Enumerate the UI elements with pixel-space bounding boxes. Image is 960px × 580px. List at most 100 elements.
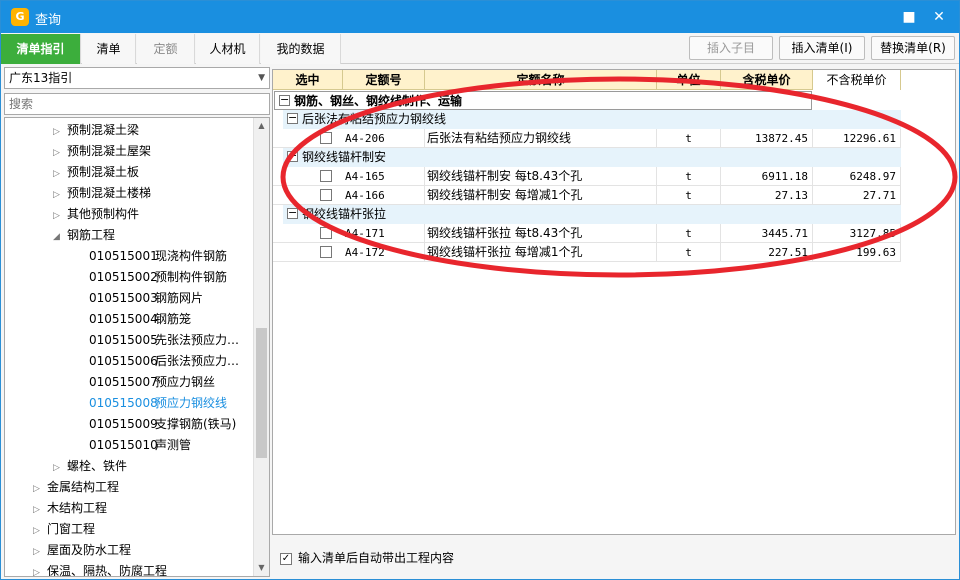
minimize-icon[interactable]: ■ [899, 7, 919, 27]
close-icon[interactable]: ✕ [929, 7, 949, 27]
table-row[interactable]: A4-172 钢绞线锚杆张拉 每增减1个孔 t 227.51 199.63 [273, 243, 901, 262]
tree-item[interactable]: 010515003钢筋网片 [89, 288, 203, 309]
table-row[interactable]: A4-166 钢绞线锚杆制安 每增减1个孔 t 27.13 27.71 [273, 186, 901, 205]
row-checkbox[interactable] [320, 170, 332, 182]
table-row[interactable]: A4-206 后张法有粘结预应力钢绞线 t 13872.45 12296.61 [273, 129, 901, 148]
quota-code: A4-171 [343, 224, 425, 243]
group-row-level1[interactable]: − 钢筋、钢丝、钢绞线制作、运输 [274, 91, 812, 110]
replace-list-button[interactable]: 替换清单(R) [871, 36, 955, 60]
quota-unit: t [657, 129, 721, 148]
tree-scrollbar[interactable]: ▲ ▼ [253, 118, 269, 576]
price-notax: 27.71 [813, 186, 901, 205]
window-title: 查询 [35, 13, 62, 28]
table-row[interactable]: A4-165 钢绞线锚杆制安 每t8.43个孔 t 6911.18 6248.9… [273, 167, 901, 186]
table-row[interactable]: A4-171 钢绞线锚杆张拉 每t8.43个孔 t 3445.71 3127.8… [273, 224, 901, 243]
quota-code: A4-206 [343, 129, 425, 148]
col-header-select[interactable]: 选中 [273, 70, 343, 90]
collapse-icon[interactable]: − [287, 112, 298, 124]
checkbox-checked-icon[interactable]: ✓ [280, 552, 292, 565]
col-header-price-notax[interactable]: 不含税单价 [813, 70, 901, 90]
tree-item[interactable]: ▷ 木结构工程 [33, 498, 107, 519]
col-header-code[interactable]: 定额号 [343, 70, 425, 90]
tree-item[interactable]: ▷ 预制混凝土楼梯 [53, 183, 151, 204]
expand-arrow-icon[interactable]: ▷ [53, 143, 67, 164]
collapse-icon[interactable]: − [279, 94, 290, 106]
tree-item[interactable]: ▷ 预制混凝土屋架 [53, 141, 151, 162]
col-header-unit[interactable]: 单位 [657, 70, 721, 90]
price-tax: 13872.45 [721, 129, 813, 148]
group-row[interactable]: − 钢绞线锚杆张拉 [283, 205, 901, 224]
row-checkbox[interactable] [320, 132, 332, 144]
guide-selector[interactable]: 广东13指引 ▼ [4, 67, 270, 89]
tree-item[interactable]: ▷ 预制混凝土梁 [53, 120, 139, 141]
expand-arrow-icon[interactable]: ▷ [53, 164, 67, 185]
tree-item[interactable]: 010515006后张法预应力… [89, 351, 239, 372]
collapse-icon[interactable]: − [287, 150, 298, 162]
tree-item[interactable]: ▷ 屋面及防水工程 [33, 540, 131, 561]
price-tax: 6911.18 [721, 167, 813, 186]
collapse-icon[interactable]: − [287, 207, 298, 219]
tree-item[interactable]: 010515001现浇构件钢筋 [89, 246, 227, 267]
price-tax: 3445.71 [721, 224, 813, 243]
group-row[interactable]: − 后张法有粘结预应力钢绞线 [283, 110, 901, 129]
tab-my-data[interactable]: 我的数据 [261, 34, 341, 64]
quota-name: 后张法有粘结预应力钢绞线 [425, 129, 657, 148]
collapse-arrow-icon[interactable]: ◢ [53, 227, 67, 248]
row-checkbox[interactable] [320, 246, 332, 258]
quota-code: A4-165 [343, 167, 425, 186]
tree-item[interactable]: 010515010声测管 [89, 435, 191, 456]
expand-arrow-icon[interactable]: ▷ [33, 500, 47, 521]
quota-grid: 选中 定额号 定额名称 单位 含税单价 不含税单价 − 钢筋、钢丝、钢绞线制作、运… [272, 69, 956, 535]
tab-labor-material-machine[interactable]: 人材机 [196, 34, 260, 64]
search-input[interactable] [4, 93, 270, 115]
row-checkbox[interactable] [320, 227, 332, 239]
tree-item[interactable]: 010515004钢筋笼 [89, 309, 191, 330]
auto-content-option[interactable]: ✓ 输入清单后自动带出工程内容 [280, 548, 454, 568]
price-notax: 6248.97 [813, 167, 901, 186]
tree-item[interactable]: 010515005先张法预应力… [89, 330, 239, 351]
tree-item[interactable]: ▷ 其他预制构件 [53, 204, 139, 225]
tree-item[interactable]: 010515009支撑钢筋(铁马) [89, 414, 236, 435]
tree-item[interactable]: ▷ 预制混凝土板 [53, 162, 139, 183]
app-logo-icon: G [11, 8, 29, 26]
quota-name: 钢绞线锚杆制安 每t8.43个孔 [425, 167, 657, 186]
expand-arrow-icon[interactable]: ▷ [33, 563, 47, 576]
tree-item[interactable]: ◢ 钢筋工程 [53, 225, 115, 246]
tab-quota[interactable]: 定额 [137, 34, 195, 64]
guide-selector-value: 广东13指引 [9, 71, 73, 85]
tree-item[interactable]: 010515007预应力钢丝 [89, 372, 215, 393]
tab-list[interactable]: 清单 [82, 34, 136, 64]
tab-list-guide[interactable]: 清单指引 [1, 34, 81, 64]
insert-list-button[interactable]: 插入清单(I) [779, 36, 865, 60]
chevron-down-icon[interactable]: ▼ [258, 68, 265, 88]
expand-arrow-icon[interactable]: ▷ [53, 206, 67, 227]
tree-item-selected[interactable]: 010515008预应力钢绞线 [89, 393, 227, 414]
expand-arrow-icon[interactable]: ▷ [33, 479, 47, 500]
row-checkbox[interactable] [320, 189, 332, 201]
col-header-price-tax[interactable]: 含税单价 [721, 70, 813, 90]
insert-child-button[interactable]: 插入子目 [689, 36, 773, 60]
tree-item[interactable]: ▷ 金属结构工程 [33, 477, 119, 498]
scrollbar-thumb[interactable] [256, 328, 267, 458]
quota-code: A4-166 [343, 186, 425, 205]
tree-item[interactable]: 010515002预制构件钢筋 [89, 267, 227, 288]
title-bar: G 查询 ■ ✕ [1, 1, 959, 33]
col-header-name[interactable]: 定额名称 [425, 70, 657, 90]
tree-item[interactable]: ▷ 螺栓、铁件 [53, 456, 127, 477]
expand-arrow-icon[interactable]: ▷ [33, 542, 47, 563]
expand-arrow-icon[interactable]: ▷ [33, 521, 47, 542]
group-row[interactable]: − 钢绞线锚杆制安 [283, 148, 901, 167]
price-tax: 27.13 [721, 186, 813, 205]
scroll-up-icon[interactable]: ▲ [254, 118, 269, 134]
guide-tree: ▷ 预制混凝土梁 ▷ 预制混凝土屋架 ▷ 预制混凝土板 ▷ 预制混凝土楼梯 ▷ 其他预制构… [4, 117, 270, 577]
scroll-down-icon[interactable]: ▼ [254, 560, 269, 576]
tree-item[interactable]: ▷ 门窗工程 [33, 519, 95, 540]
expand-arrow-icon[interactable]: ▷ [53, 458, 67, 479]
expand-arrow-icon[interactable]: ▷ [53, 185, 67, 206]
price-notax: 199.63 [813, 243, 901, 262]
expand-arrow-icon[interactable]: ▷ [53, 122, 67, 143]
quota-name: 钢绞线锚杆张拉 每增减1个孔 [425, 243, 657, 262]
quota-unit: t [657, 243, 721, 262]
query-window: G 查询 ■ ✕ 清单指引 清单 定额 人材机 我的数据 插入子目 插入清单(I… [0, 0, 960, 580]
tree-item[interactable]: ▷ 保温、隔热、防腐工程 [33, 561, 167, 576]
